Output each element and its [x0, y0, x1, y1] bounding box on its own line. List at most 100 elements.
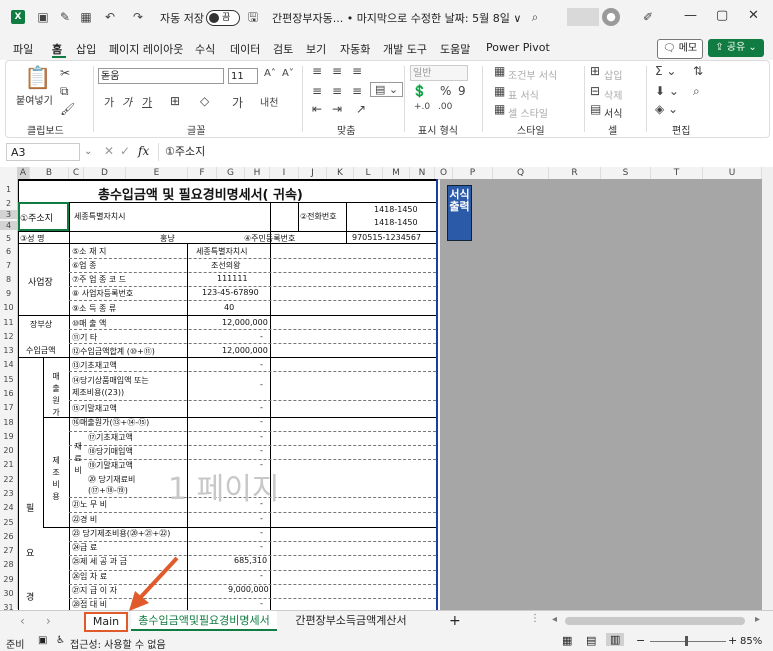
hscroll-left-icon[interactable]: ◂	[552, 614, 557, 625]
conditional-format-button[interactable]: 조건부 서식	[508, 67, 557, 82]
row-header[interactable]: 18	[0, 418, 17, 427]
add-sheet-button[interactable]: +	[449, 611, 461, 631]
row-header[interactable]: 11	[0, 318, 17, 327]
number-format-select[interactable]: 일반	[410, 65, 468, 81]
align-right-icon[interactable]: ≡	[352, 84, 362, 98]
hscroll-right-icon[interactable]: ▸	[755, 614, 760, 625]
zoom-level[interactable]: 85%	[740, 636, 762, 647]
paste-icon[interactable]: 📋	[24, 66, 51, 91]
column-header[interactable]: L	[354, 167, 383, 179]
print-form-button[interactable]: 서식출력	[447, 185, 472, 241]
align-left-icon[interactable]: ≡	[312, 84, 322, 98]
pen-icon[interactable]: ✐	[640, 9, 656, 25]
menu-help[interactable]: 도움말	[440, 41, 470, 57]
cell-style-icon[interactable]: ▦	[494, 102, 505, 116]
increase-font-icon[interactable]: A˄	[264, 68, 276, 79]
delete-cells-icon[interactable]: ⊟	[590, 84, 600, 98]
row-header[interactable]: 26	[0, 532, 17, 541]
decrease-decimal-icon[interactable]: .00	[438, 102, 452, 112]
row-header[interactable]: 1	[0, 185, 17, 194]
conditional-format-icon[interactable]: ▦	[494, 64, 505, 78]
redo-icon[interactable]: ↷	[130, 9, 146, 25]
maximize-icon[interactable]: ▢	[716, 8, 728, 23]
exp-row-value[interactable]: -	[260, 571, 263, 580]
biz-row-value[interactable]: 111111	[217, 274, 248, 283]
column-header[interactable]: M	[383, 167, 410, 179]
menu-developer[interactable]: 개발 도구	[383, 41, 427, 57]
row-header[interactable]: 25	[0, 518, 17, 527]
decrease-font-icon[interactable]: A˅	[282, 68, 294, 79]
phone-value-1[interactable]: 1418-1450	[374, 205, 418, 214]
currency-icon[interactable]: 💲	[412, 84, 427, 98]
italic-icon[interactable]: 가	[122, 94, 132, 110]
row-header[interactable]: 15	[0, 375, 17, 384]
row-header[interactable]: 6	[0, 247, 17, 256]
fill-color-icon[interactable]: ◇	[200, 94, 209, 108]
zoom-slider-thumb[interactable]	[685, 636, 688, 646]
biz-row-value[interactable]: 123-45-67890	[202, 288, 259, 297]
exp-row-value[interactable]: -	[260, 599, 263, 608]
percent-icon[interactable]: %	[440, 84, 451, 98]
column-header[interactable]: D	[84, 167, 126, 179]
align-center-icon[interactable]: ≡	[332, 84, 342, 98]
name-box[interactable]: A3	[6, 143, 80, 161]
insert-cells-icon[interactable]: ⊞	[590, 64, 600, 78]
document-title[interactable]: 간편장부자동... • 마지막으로 수정한 날짜: 5월 8일 ∨	[272, 10, 521, 26]
column-header[interactable]: O	[435, 167, 453, 179]
menu-review[interactable]: 검토	[273, 41, 293, 57]
row-header[interactable]: 21	[0, 460, 17, 469]
undo-icon[interactable]: ↶	[102, 9, 118, 25]
menu-file[interactable]: 파일	[13, 41, 33, 57]
comma-icon[interactable]: 9	[458, 84, 466, 98]
close-icon[interactable]: ✕	[748, 8, 759, 23]
row-header[interactable]: 7	[0, 261, 17, 270]
underline-icon[interactable]: 가	[142, 94, 152, 110]
autosum-icon[interactable]: Σ ⌄	[655, 64, 676, 78]
menu-formulas[interactable]: 수식	[195, 41, 215, 57]
row-header[interactable]: 14	[0, 360, 17, 369]
indent-decrease-icon[interactable]: ⇤	[312, 102, 322, 116]
enter-icon[interactable]: ✓	[120, 144, 130, 158]
column-header[interactable]: T	[651, 167, 703, 179]
indent-increase-icon[interactable]: ⇥	[332, 102, 342, 116]
font-color-icon[interactable]: 가	[232, 94, 243, 111]
tab-split-icon[interactable]: ⋮	[530, 613, 540, 624]
row-header[interactable]: 3	[0, 210, 17, 219]
cell-style-button[interactable]: 셀 스타일	[508, 105, 548, 120]
formula-input[interactable]: ①주소지	[158, 143, 768, 161]
zoom-in-icon[interactable]: +	[728, 634, 737, 647]
phonetic-icon[interactable]: 내천	[260, 94, 278, 109]
table-format-button[interactable]: 표 서식	[508, 87, 539, 102]
row-header[interactable]: 29	[0, 575, 17, 584]
exp-row-value[interactable]: 685,310	[234, 556, 267, 565]
row-header[interactable]: 10	[0, 303, 17, 312]
wrap-text-icon[interactable]: ▤ ⌄	[370, 82, 404, 97]
insert-cells-button[interactable]: 삽입	[604, 67, 622, 82]
cogs-row-value[interactable]: -	[260, 380, 263, 389]
id-value[interactable]: 970515-1234567	[352, 233, 421, 242]
phone-value-2[interactable]: 1418-1450	[374, 218, 418, 227]
rev-row-value[interactable]: 12,000,000	[222, 346, 268, 355]
column-header[interactable]: N	[410, 167, 435, 179]
row-header[interactable]: 23	[0, 489, 17, 498]
align-middle-icon[interactable]: ≡	[332, 64, 342, 78]
page-break-view-icon[interactable]: ▥	[606, 633, 625, 646]
sheet-tab-simple-book[interactable]: 간편장부소득금액계산서	[287, 611, 415, 631]
autosave-toggle[interactable]: 끔	[206, 10, 240, 26]
menu-view[interactable]: 보기	[306, 41, 326, 57]
rev-row-value[interactable]: 12,000,000	[222, 318, 268, 327]
border-icon[interactable]: ⊞	[170, 94, 180, 108]
paste-label[interactable]: 붙여넣기	[16, 92, 53, 107]
row-header[interactable]: 8	[0, 275, 17, 284]
column-header[interactable]: Q	[493, 167, 549, 179]
bold-icon[interactable]: 가	[104, 94, 114, 110]
column-header[interactable]: A	[17, 167, 30, 179]
exp-row-value[interactable]: 9,000,000	[228, 585, 269, 594]
normal-view-icon[interactable]: ▦	[562, 634, 572, 647]
biz-row-value[interactable]: 조선의왕	[211, 260, 240, 271]
zoom-out-icon[interactable]: −	[636, 634, 645, 647]
delete-cells-button[interactable]: 삭제	[604, 87, 622, 102]
fill-icon[interactable]: ⬇ ⌄	[655, 84, 679, 98]
biz-row-value[interactable]: 세종특별자치시	[196, 246, 248, 257]
row-header[interactable]: 16	[0, 389, 17, 398]
